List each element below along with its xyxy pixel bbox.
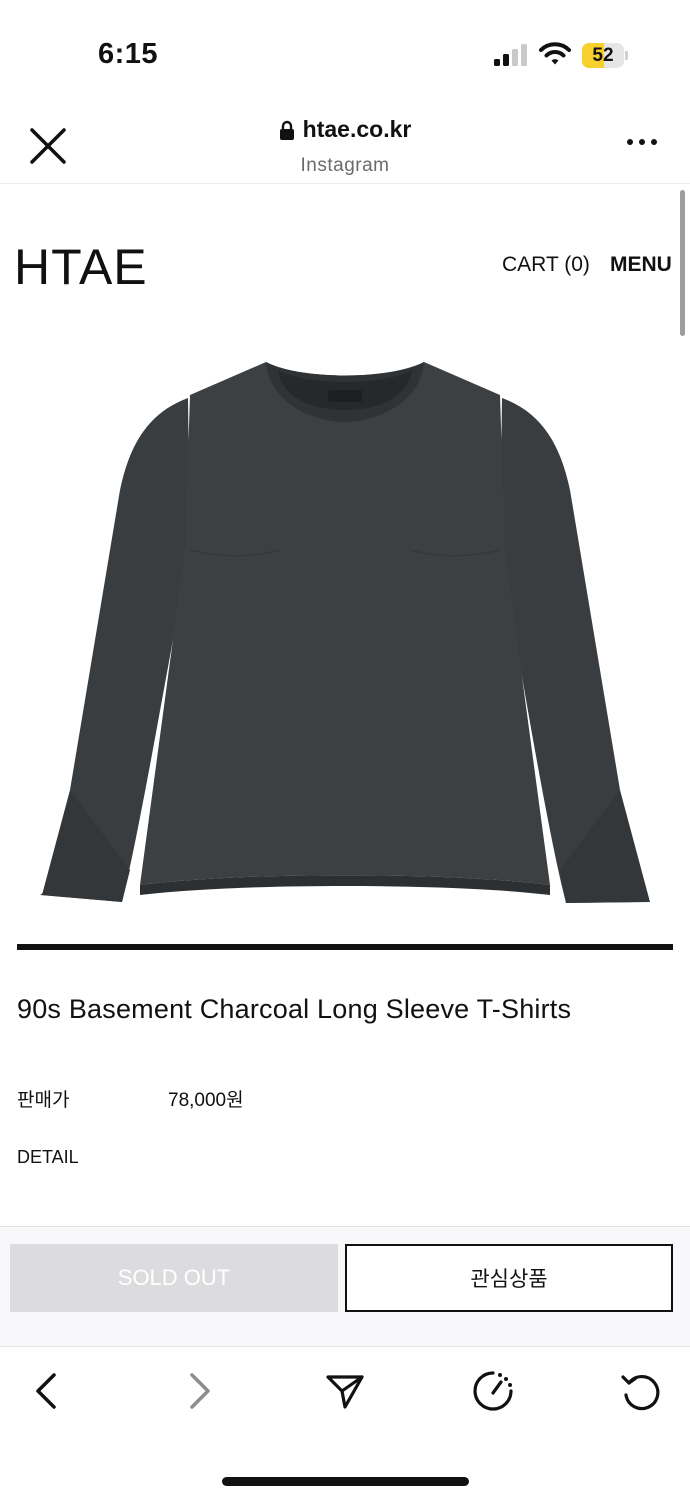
page-scrollbar[interactable] bbox=[680, 190, 685, 336]
wifi-icon bbox=[539, 42, 571, 65]
reload-icon[interactable] bbox=[619, 1369, 663, 1413]
address-display: htae.co.kr Instagram bbox=[0, 116, 690, 177]
battery-indicator: 52 bbox=[582, 43, 628, 68]
home-indicator[interactable] bbox=[222, 1477, 469, 1486]
site-logo[interactable]: HTAE bbox=[14, 238, 148, 296]
gauge-icon[interactable] bbox=[471, 1369, 515, 1413]
price-label: 판매가 bbox=[17, 1090, 70, 1111]
product-image bbox=[40, 362, 650, 903]
cart-link[interactable]: CART (0) bbox=[502, 253, 590, 277]
battery-percent: 52 bbox=[592, 45, 614, 66]
more-icon[interactable] bbox=[624, 130, 660, 154]
lock-icon bbox=[279, 120, 294, 140]
detail-link[interactable]: DETAIL bbox=[17, 1147, 79, 1168]
source-app-label: Instagram bbox=[300, 154, 390, 176]
status-bar: 6:15 52 bbox=[0, 0, 690, 100]
chevron-right-icon[interactable] bbox=[176, 1369, 220, 1413]
menu-link[interactable]: MENU bbox=[610, 253, 672, 277]
in-app-browser-header: htae.co.kr Instagram bbox=[0, 100, 690, 184]
product-title: 90s Basement Charcoal Long Sleeve T-Shir… bbox=[17, 994, 572, 1024]
section-divider bbox=[17, 944, 673, 950]
purchase-action-bar: SOLD OUT 관심상품 bbox=[0, 1226, 690, 1346]
url-text: htae.co.kr bbox=[302, 116, 412, 142]
send-icon[interactable] bbox=[323, 1369, 367, 1413]
chevron-left-icon[interactable] bbox=[26, 1369, 70, 1413]
sold-out-button[interactable]: SOLD OUT bbox=[10, 1244, 338, 1312]
price-value: 78,000원 bbox=[168, 1090, 244, 1111]
cellular-signal-icon bbox=[494, 44, 527, 66]
status-time: 6:15 bbox=[98, 38, 159, 70]
wishlist-button[interactable]: 관심상품 bbox=[345, 1244, 673, 1312]
